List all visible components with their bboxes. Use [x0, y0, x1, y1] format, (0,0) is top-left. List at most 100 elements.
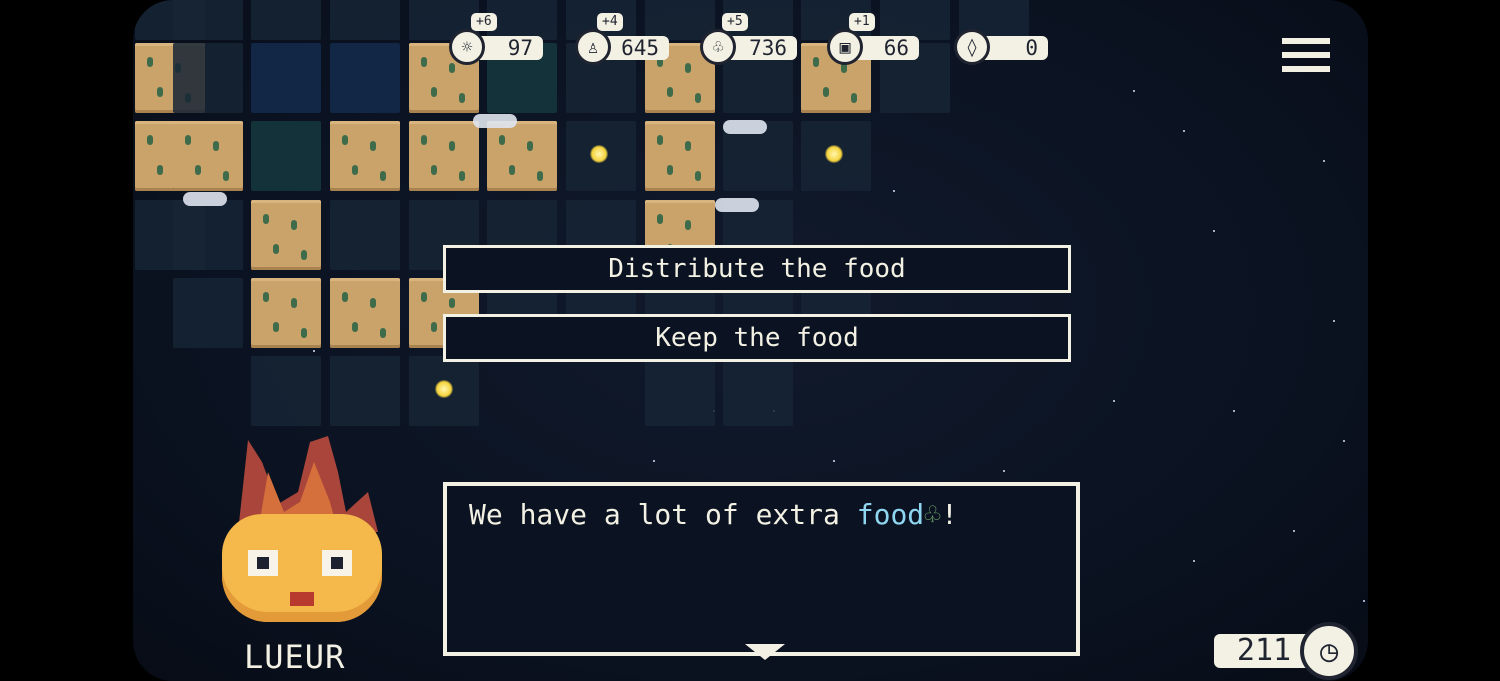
sprout-icon	[813, 57, 819, 67]
cloud	[715, 198, 759, 212]
star	[1193, 560, 1195, 562]
sprout-icon	[685, 141, 691, 151]
hamburger-menu-icon[interactable]	[1282, 38, 1330, 72]
sprout-icon	[527, 141, 533, 151]
sprout-icon	[380, 171, 386, 181]
sprout-icon	[421, 57, 427, 67]
star	[1213, 230, 1215, 232]
corn-icon: ♧	[924, 498, 942, 531]
sprout-icon	[380, 328, 386, 338]
star	[833, 460, 835, 462]
sprout-icon	[421, 292, 427, 302]
star	[1183, 130, 1185, 132]
sprout-icon	[263, 214, 269, 224]
star	[1003, 470, 1005, 472]
map-tile[interactable]	[330, 278, 400, 348]
map-tile[interactable]	[330, 200, 400, 270]
sprout-icon	[695, 93, 701, 103]
sprout-icon	[157, 165, 163, 175]
crystal-icon: ◊	[954, 29, 990, 65]
sprout-icon	[301, 250, 307, 260]
population-icon: ♙	[575, 29, 611, 65]
left-eye	[248, 550, 278, 576]
sprout-icon	[459, 171, 465, 181]
resource-delta: +6	[471, 13, 497, 31]
sprout-icon	[685, 63, 691, 73]
map-tile[interactable]	[173, 43, 243, 113]
sprout-icon	[352, 322, 358, 332]
clock-icon: ◷	[1300, 622, 1358, 680]
light-bulb-icon	[825, 145, 843, 163]
dialog-text: We have a lot of extra food♧!	[469, 498, 958, 531]
sprout-icon	[301, 328, 307, 338]
map-tile[interactable]	[723, 356, 793, 426]
star	[1113, 400, 1115, 402]
map-tile[interactable]	[645, 121, 715, 191]
map-tile[interactable]	[173, 0, 243, 40]
map-tile[interactable]	[487, 0, 557, 40]
material-crate-icon: ▣	[827, 29, 863, 65]
star	[1343, 440, 1345, 442]
timer-value: 211	[1214, 634, 1314, 668]
sprout-icon	[657, 135, 663, 145]
dialog-text-end: !	[941, 498, 958, 531]
sun-icon: ☼	[449, 29, 485, 65]
map-tile[interactable]	[330, 0, 400, 40]
continue-arrow-icon[interactable]	[745, 644, 785, 660]
map-tile[interactable]	[645, 356, 715, 426]
dialog-box[interactable]: We have a lot of extra food♧!	[443, 482, 1080, 660]
right-eye	[322, 550, 352, 576]
sprout-icon	[223, 171, 229, 181]
sprout-icon	[667, 87, 673, 97]
sprout-icon	[431, 322, 437, 332]
sprout-icon	[147, 135, 153, 145]
sprout-icon	[147, 57, 153, 67]
star	[1363, 600, 1365, 602]
sprout-icon	[342, 292, 348, 302]
map-tile[interactable]	[330, 356, 400, 426]
sprout-icon	[195, 165, 201, 175]
star	[653, 460, 655, 462]
sprout-icon	[851, 93, 857, 103]
cloud	[183, 192, 227, 206]
map-tile[interactable]	[330, 121, 400, 191]
sprout-icon	[291, 298, 297, 308]
sprout-icon	[459, 93, 465, 103]
map-tile[interactable]	[251, 200, 321, 270]
sprout-icon	[431, 87, 437, 97]
map-tile[interactable]	[880, 0, 950, 40]
sprout-icon	[291, 220, 297, 230]
map-tile[interactable]	[173, 278, 243, 348]
star	[1333, 320, 1335, 322]
map-tile[interactable]	[251, 121, 321, 191]
keep-food-button[interactable]: Keep the food	[443, 314, 1071, 362]
map-tile[interactable]	[409, 121, 479, 191]
map-tile[interactable]	[251, 43, 321, 113]
sprout-icon	[370, 298, 376, 308]
cloud	[473, 114, 517, 128]
star	[1323, 160, 1325, 162]
star	[1293, 530, 1295, 532]
sprout-icon	[657, 214, 663, 224]
map-tile[interactable]	[251, 0, 321, 40]
sprout-icon	[509, 165, 515, 175]
sprout-icon	[263, 292, 269, 302]
sprout-icon	[823, 87, 829, 97]
sprout-icon	[157, 87, 163, 97]
map-tile[interactable]	[173, 121, 243, 191]
light-bulb-icon	[435, 380, 453, 398]
map-tile[interactable]	[251, 278, 321, 348]
map-tile[interactable]	[251, 356, 321, 426]
sprout-icon	[273, 322, 279, 332]
sprout-icon	[213, 141, 219, 151]
map-tile[interactable]	[487, 121, 557, 191]
sprout-icon	[342, 135, 348, 145]
map-tile[interactable]	[173, 200, 243, 270]
resource-delta: +4	[597, 13, 623, 31]
distribute-food-button[interactable]: Distribute the food	[443, 245, 1071, 293]
map-tile[interactable]	[330, 43, 400, 113]
food-corn-icon: ♧	[700, 29, 736, 65]
sprout-icon	[352, 165, 358, 175]
sprout-icon	[685, 220, 691, 230]
sprout-icon	[421, 135, 427, 145]
